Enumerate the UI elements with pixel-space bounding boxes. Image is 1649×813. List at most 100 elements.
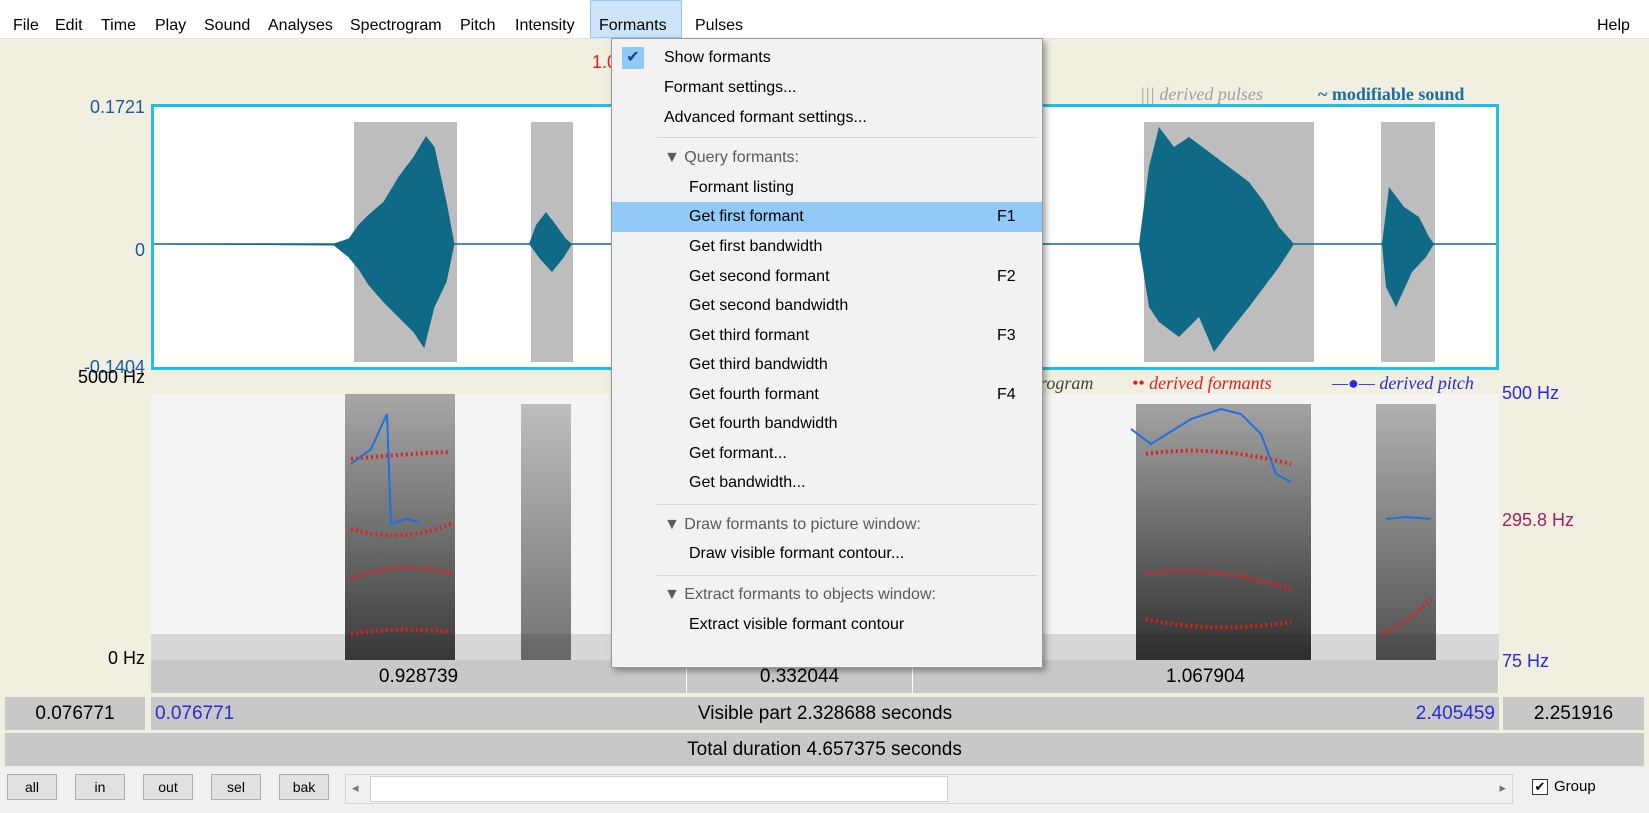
- menu-item-label: Get second formant: [689, 268, 830, 285]
- legend-pitch-mark: —●—: [1332, 373, 1375, 393]
- menu-item-label: Get third formant: [689, 327, 810, 344]
- menu-play[interactable]: Play: [155, 0, 186, 38]
- menu-item-label: Get bandwidth...: [689, 474, 806, 491]
- group-checkbox[interactable]: ✔: [1532, 779, 1548, 796]
- menu-separator: [657, 575, 1037, 576]
- menu-intensity[interactable]: Intensity: [515, 0, 575, 38]
- menu-item-get-third-bandwidth[interactable]: Get third bandwidth: [612, 350, 1042, 380]
- visible-right-inner: 2.405459: [1415, 703, 1495, 724]
- menu-header-label: ▼ Extract formants to objects window:: [664, 586, 936, 603]
- spectrogram-min-freq: 0 Hz: [107, 648, 145, 668]
- menu-item-show-formants[interactable]: ✔ Show formants: [612, 43, 1042, 73]
- spectral-energy: [1376, 404, 1436, 660]
- menu-item-label: Get fourth bandwidth: [689, 415, 838, 432]
- menu-item-label: Formant settings...: [664, 79, 797, 96]
- legend-modifiable-sound: ~ modifiable sound: [1318, 84, 1464, 105]
- legend-pitch-label: derived pitch: [1379, 373, 1474, 393]
- legend-formants-mark: ••: [1132, 373, 1145, 393]
- menu-item-get-fourth-formant[interactable]: Get fourth formant F4: [612, 380, 1042, 410]
- time-scrollbar[interactable]: ◂ ▸: [345, 774, 1513, 804]
- menu-separator: [657, 504, 1037, 505]
- menu-item-shortcut: F1: [997, 208, 1016, 225]
- menu-pulses[interactable]: Pulses: [695, 0, 743, 38]
- menu-header-extract-formants: ▼ Extract formants to objects window:: [612, 580, 1042, 610]
- menu-header-draw-formants: ▼ Draw formants to picture window:: [612, 510, 1042, 540]
- menu-item-advanced-formant-settings[interactable]: Advanced formant settings...: [612, 103, 1042, 133]
- visible-part-bar[interactable]: 0.076771 Visible part 2.328688 seconds 2…: [151, 697, 1499, 730]
- menu-item-label: Get third bandwidth: [689, 356, 828, 373]
- menu-item-label: Get second bandwidth: [689, 297, 849, 314]
- menu-spectrogram[interactable]: Spectrogram: [350, 0, 442, 38]
- menu-item-draw-visible-formant-contour[interactable]: Draw visible formant contour...: [612, 539, 1042, 569]
- segment-duration[interactable]: 0.928739: [151, 660, 687, 693]
- menu-item-label: Get first bandwidth: [689, 238, 823, 255]
- pitch-cursor-label: 295.8 Hz: [1502, 510, 1575, 530]
- menu-item-get-second-bandwidth[interactable]: Get second bandwidth: [612, 291, 1042, 321]
- menu-item-shortcut: F4: [997, 386, 1016, 403]
- menu-item-shortcut: F2: [997, 268, 1016, 285]
- menu-item-get-first-bandwidth[interactable]: Get first bandwidth: [612, 232, 1042, 262]
- legend-formants-label: derived formants: [1149, 373, 1272, 393]
- menu-item-label: Get first formant: [689, 208, 804, 225]
- spectrogram-max-freq: 5000 Hz: [77, 367, 145, 387]
- legend-sound-mark: ~: [1318, 84, 1328, 104]
- menu-header-label: ▼ Query formants:: [664, 149, 799, 166]
- menu-header-query-formants: ▼ Query formants:: [612, 143, 1042, 173]
- menu-item-label: Draw visible formant contour...: [689, 545, 905, 562]
- spectral-energy: [521, 404, 571, 660]
- legend-spectrogram: rogram: [1040, 373, 1094, 393]
- bottom-toolbar: all in out sel bak ◂ ▸ ✔ Group: [0, 768, 1649, 813]
- menubar: File Edit Time Play Sound Analyses Spect…: [0, 0, 1649, 39]
- menu-edit[interactable]: Edit: [55, 0, 83, 38]
- zoom-out-button[interactable]: out: [143, 774, 193, 800]
- menu-pitch[interactable]: Pitch: [460, 0, 496, 38]
- visible-right-outer[interactable]: 2.251916: [1503, 697, 1644, 730]
- menu-item-get-second-formant[interactable]: Get second formant F2: [612, 262, 1042, 292]
- zoom-back-button[interactable]: bak: [279, 774, 329, 800]
- group-label: Group: [1554, 778, 1596, 795]
- menu-item-formant-settings[interactable]: Formant settings...: [612, 73, 1042, 103]
- menu-item-formant-listing[interactable]: Formant listing: [612, 173, 1042, 203]
- pitch-min-label: 75 Hz: [1502, 651, 1550, 671]
- waveform-zero: 0: [134, 240, 145, 260]
- menu-item-label: Extract visible formant contour: [689, 616, 905, 633]
- menu-item-label: Advanced formant settings...: [664, 109, 867, 126]
- legend-pulses-label: derived pulses: [1159, 84, 1263, 104]
- legend-sound-label: modifiable sound: [1331, 84, 1465, 104]
- menu-file[interactable]: File: [13, 0, 39, 38]
- legend-derived-formants: •• derived formants: [1132, 373, 1272, 394]
- checkmark-icon: ✔: [622, 47, 644, 69]
- legend-pulses-mark: |||: [1140, 84, 1155, 104]
- menu-formants[interactable]: Formants: [590, 0, 682, 38]
- scrollbar-thumb[interactable]: [370, 776, 948, 802]
- formants-dropdown: ✔ Show formants Formant settings... Adva…: [611, 38, 1043, 668]
- legend-derived-pitch: —●— derived pitch: [1332, 373, 1474, 394]
- menu-item-get-bandwidth[interactable]: Get bandwidth...: [612, 468, 1042, 498]
- zoom-to-selection-button[interactable]: sel: [211, 774, 261, 800]
- menu-item-label: Get formant...: [689, 445, 787, 462]
- menu-item-get-first-formant[interactable]: Get first formant F1: [612, 202, 1042, 232]
- menu-sound[interactable]: Sound: [204, 0, 250, 38]
- group-toggle[interactable]: ✔ Group: [1532, 778, 1596, 796]
- menu-analyses[interactable]: Analyses: [268, 0, 333, 38]
- waveform-ymax: 0.1721: [89, 97, 145, 117]
- visible-part-label: Visible part 2.328688 seconds: [697, 703, 953, 724]
- menu-item-get-formant[interactable]: Get formant...: [612, 439, 1042, 469]
- total-duration-bar[interactable]: Total duration 4.657375 seconds: [5, 733, 1644, 766]
- scroll-right-arrow-icon[interactable]: ▸: [1499, 780, 1506, 796]
- menu-item-label: Show formants: [664, 49, 771, 66]
- legend-derived-pulses: ||| derived pulses: [1140, 84, 1263, 105]
- menu-item-label: Get fourth formant: [689, 386, 819, 403]
- all-button[interactable]: all: [7, 774, 57, 800]
- scroll-left-arrow-icon[interactable]: ◂: [352, 780, 359, 796]
- pitch-max-label: 500 Hz: [1502, 383, 1560, 403]
- menu-item-get-third-formant[interactable]: Get third formant F3: [612, 321, 1042, 351]
- zoom-in-button[interactable]: in: [75, 774, 125, 800]
- visible-left-outer[interactable]: 0.076771: [5, 697, 145, 730]
- menu-item-get-fourth-bandwidth[interactable]: Get fourth bandwidth: [612, 409, 1042, 439]
- menu-item-shortcut: F3: [997, 327, 1016, 344]
- menu-time[interactable]: Time: [101, 0, 136, 38]
- menu-item-label: Formant listing: [689, 179, 794, 196]
- menu-help[interactable]: Help: [1597, 0, 1630, 38]
- menu-item-extract-visible-formant-contour[interactable]: Extract visible formant contour: [612, 610, 1042, 640]
